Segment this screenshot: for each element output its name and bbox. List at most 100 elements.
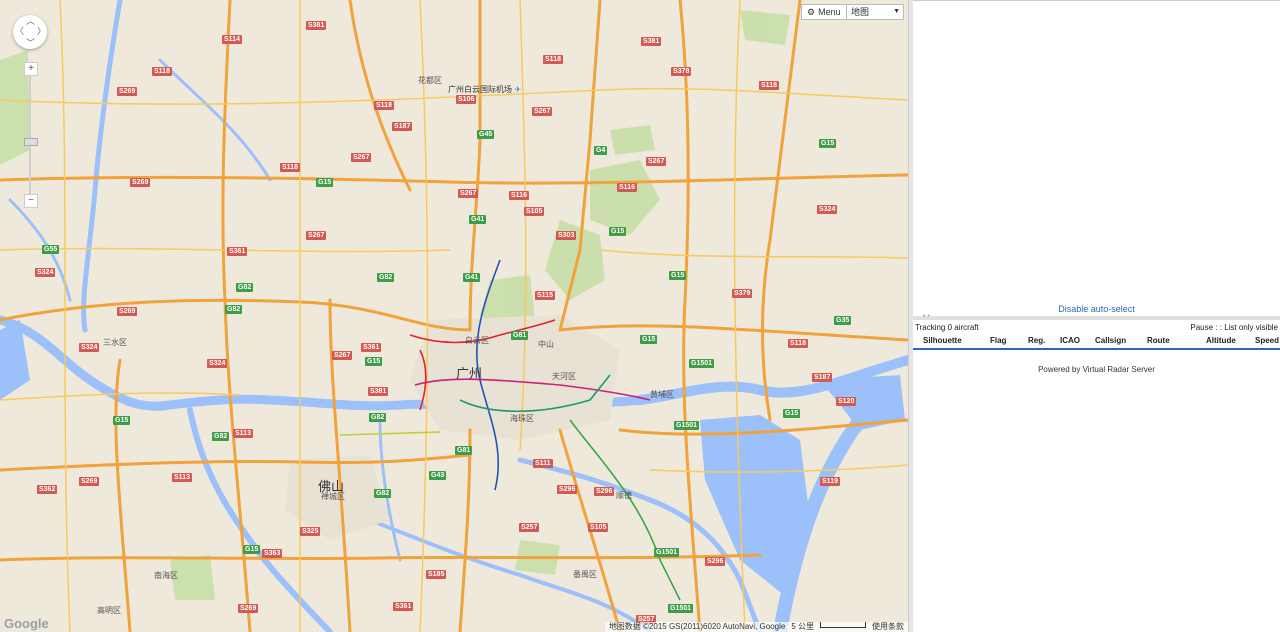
road-label: S324 (817, 205, 838, 214)
road-label: G4 (594, 146, 608, 155)
road-label: G82 (377, 273, 395, 282)
road-label: S269 (238, 604, 259, 613)
road-label: S269 (130, 178, 151, 187)
road-label: S324 (79, 343, 100, 352)
road-label: G1501 (654, 548, 680, 557)
road-label: G82 (374, 489, 392, 498)
road-label: G82 (212, 432, 230, 441)
column-reg[interactable]: Reg. (1028, 336, 1045, 345)
road-label: S187 (812, 373, 833, 382)
list-options: Pause : : List only visible (1190, 323, 1278, 332)
city-label-guangzhou: 广州 (456, 366, 483, 381)
column-icao[interactable]: ICAO (1060, 336, 1080, 345)
pan-up-icon: ︿ (26, 16, 36, 26)
road-label: S115 (535, 291, 555, 300)
road-label: S118 (374, 101, 394, 110)
road-label: S361 (361, 343, 382, 352)
road-label: G45 (477, 130, 495, 139)
road-label: S381 (641, 37, 662, 46)
zoom-control: + − (24, 62, 38, 208)
disable-auto-select-link[interactable]: Disable auto-select (913, 304, 1280, 314)
road-label: G15 (783, 409, 801, 418)
road-label: S269 (117, 307, 138, 316)
road-label: S119 (820, 477, 840, 486)
road-label: S257 (519, 523, 540, 532)
road-label: S361 (227, 247, 248, 256)
road-label: G81 (511, 331, 529, 340)
city-label-nanhai: 南海区 (154, 571, 178, 580)
pan-left-icon: 〈 (15, 26, 25, 36)
pan-right-icon: 〉 (37, 26, 47, 36)
city-label-chancheng: 禅城区 (321, 492, 345, 501)
road-label: S267 (332, 351, 353, 360)
road-label: S185 (426, 570, 447, 579)
road-label: G1501 (674, 421, 700, 430)
road-label: G41 (469, 215, 487, 224)
zoom-slider-thumb[interactable] (24, 137, 38, 146)
road-label: S378 (671, 67, 692, 76)
map-view[interactable]: S381 S114 S118 S269 S118 S381 S106 S267 … (0, 0, 908, 632)
road-label: G41 (463, 273, 481, 282)
road-label: G35 (834, 316, 852, 325)
aircraft-list-columns: Silhouette Flag Reg. ICAO Callsign Route… (913, 334, 1280, 350)
road-label: S269 (117, 87, 138, 96)
chevron-down-icon: ▼ (893, 8, 900, 15)
road-label: S269 (79, 477, 100, 486)
city-label-sanshui: 三水区 (103, 338, 127, 347)
map-type-value: 地图 (851, 7, 870, 17)
side-panel: Disable auto-select • • Tracking 0 aircr… (913, 0, 1280, 632)
road-label: S118 (152, 67, 172, 76)
road-label: G82 (369, 413, 387, 422)
road-label: G82 (225, 305, 243, 314)
column-route[interactable]: Route (1147, 336, 1170, 345)
road-label: S267 (306, 231, 327, 240)
road-label: G15 (640, 335, 658, 344)
pan-control[interactable]: ︿ ﹀ 〈 〉 (13, 15, 47, 49)
road-label: S106 (456, 95, 477, 104)
road-label: G1501 (689, 359, 715, 368)
road-label: S362 (37, 485, 58, 494)
road-label: S114 (222, 35, 242, 44)
grip-icon: • • (923, 313, 930, 320)
road-label: S296 (705, 557, 726, 566)
menu-button[interactable]: ⚙ Menu (801, 4, 847, 20)
road-label: S118 (788, 339, 808, 348)
column-speed[interactable]: Speed (1255, 336, 1279, 345)
scale-bar (820, 622, 866, 628)
city-label-zhongshan: 中山 (538, 340, 554, 349)
zoom-in-button[interactable]: + (24, 62, 38, 76)
column-callsign[interactable]: Callsign (1095, 336, 1126, 345)
column-silhouette[interactable]: Silhouette (923, 336, 962, 345)
city-label-huadu: 花都区 (418, 76, 442, 85)
road-label: G15 (243, 545, 261, 554)
column-flag[interactable]: Flag (990, 336, 1006, 345)
road-label: S296 (594, 487, 615, 496)
road-label: G15 (819, 139, 837, 148)
airport-icon: ✈ (514, 85, 521, 94)
road-label: S105 (588, 523, 609, 532)
zoom-track[interactable] (29, 76, 31, 194)
road-label: S324 (35, 268, 56, 277)
city-label-baiyun: 白云区 (465, 336, 489, 345)
column-altitude[interactable]: Altitude (1206, 336, 1236, 345)
road-label: G81 (455, 446, 473, 455)
road-label: S113 (172, 473, 192, 482)
road-label: S120 (836, 397, 857, 406)
pause-link[interactable]: Pause (1190, 323, 1213, 332)
aircraft-detail-panel: Disable auto-select (913, 0, 1280, 317)
scale-label: 5 公里 (791, 622, 814, 631)
city-label-huangpu: 黄埔区 (650, 390, 674, 399)
tracking-count: Tracking 0 aircraft (915, 323, 979, 332)
road-label: S113 (233, 429, 253, 438)
powered-by: Powered by Virtual Radar Server (1038, 365, 1155, 374)
road-label: S187 (392, 122, 413, 131)
zoom-out-button[interactable]: − (24, 194, 38, 208)
road-label: G55 (42, 245, 60, 254)
map-type-select[interactable]: 地图 ▼ (846, 4, 904, 20)
list-only-visible-link[interactable]: List only visible (1224, 323, 1278, 332)
terms-link[interactable]: 使用条款 (872, 622, 904, 632)
road-label: G43 (429, 471, 447, 480)
city-label-tianhe: 天河区 (552, 372, 576, 381)
road-label: S381 (306, 21, 327, 30)
panel-splitter[interactable]: • • (913, 313, 1280, 320)
